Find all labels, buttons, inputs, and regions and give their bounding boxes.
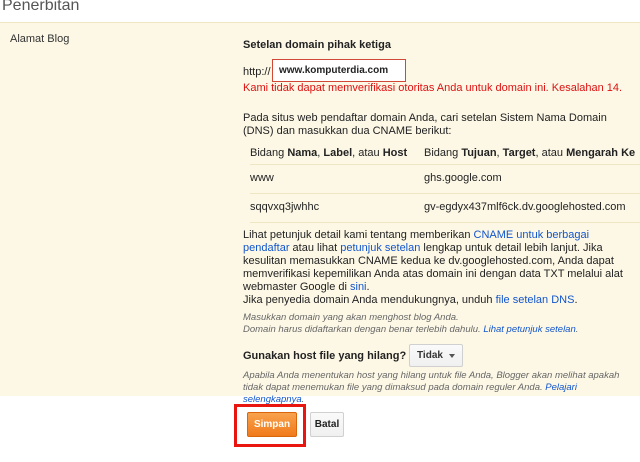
table-divider xyxy=(250,164,640,165)
cname-name: sqqvxq3jwhhc xyxy=(250,201,320,213)
cname-name: www xyxy=(250,172,274,184)
table-divider xyxy=(250,222,640,223)
help-text: Lihat petunjuk detail kami tentang membe… xyxy=(243,229,623,306)
missing-files-hint: Apabila Anda menentukan host yang hilang… xyxy=(243,370,620,405)
page-title: Penerbitan xyxy=(2,0,80,14)
cancel-button[interactable]: Batal xyxy=(310,412,344,437)
domain-input[interactable]: www.komputerdia.com xyxy=(272,59,406,82)
chevron-down-icon xyxy=(449,354,455,358)
table-header-name: Bidang Nama, Label, atau Host xyxy=(250,147,408,159)
field-label-blog-address: Alamat Blog xyxy=(10,33,70,45)
dns-settings-file-link[interactable]: file setelan DNS xyxy=(496,294,575,306)
table-header-target: Bidang Tujuan, Target, atau Mengarah Ke xyxy=(424,147,636,159)
section-title: Setelan domain pihak ketiga xyxy=(243,39,391,51)
cname-target: gv-egdyx437mlf6ck.dv.googlehosted.com xyxy=(424,201,626,213)
domain-hint: Masukkan domain yang akan menghost blog … xyxy=(243,312,579,335)
missing-files-dropdown[interactable]: Tidak xyxy=(409,344,463,367)
table-divider xyxy=(250,193,640,194)
save-button[interactable]: Simpan xyxy=(247,412,297,437)
webmaster-link[interactable]: sini xyxy=(350,281,367,293)
http-prefix: http:// xyxy=(243,66,271,78)
error-message: Kami tidak dapat memverifikasi otoritas … xyxy=(243,82,623,94)
setup-instructions-link[interactable]: petunjuk setelan xyxy=(340,242,420,254)
hint-setup-link[interactable]: Lihat petunjuk setelan xyxy=(483,324,575,335)
missing-files-label: Gunakan host file yang hilang? xyxy=(243,350,407,362)
cname-target: ghs.google.com xyxy=(424,172,502,184)
dns-instructions: Pada situs web pendaftar domain Anda, ca… xyxy=(243,112,607,137)
